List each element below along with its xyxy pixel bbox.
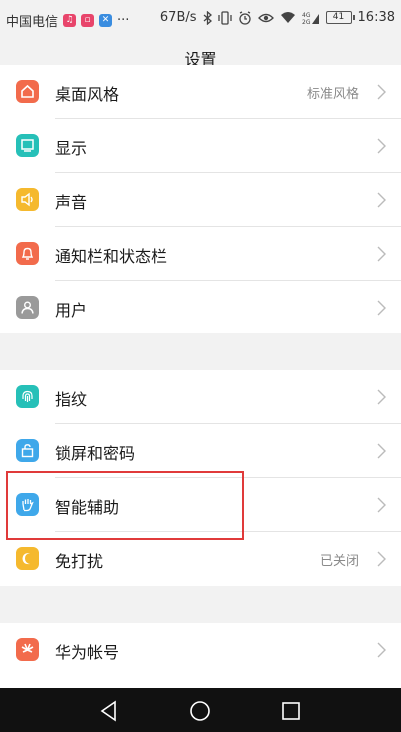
lock-icon	[16, 439, 39, 462]
status-bar: 中国电信 ♫ ▫ ✕ ··· 67B/s 4G 2G 41 16:38	[0, 0, 401, 40]
home-circle-icon[interactable]	[188, 699, 212, 723]
setting-label: 用户	[55, 301, 88, 320]
chevron-right-icon	[377, 389, 386, 405]
more-notifications: ···	[117, 13, 130, 28]
chevron-right-icon	[377, 642, 386, 658]
setting-row-lock-screen[interactable]: 锁屏和密码	[0, 424, 401, 478]
battery-indicator: 41	[325, 11, 355, 24]
setting-label: 指纹	[55, 390, 88, 409]
setting-label: 智能辅助	[55, 498, 120, 517]
settings-group-personal: 桌面风格 标准风格 显示 声音 通知栏和状态栏 用户	[0, 65, 401, 333]
signal-icon: 4G2G	[302, 12, 319, 25]
hand-icon	[16, 493, 39, 516]
home-icon	[16, 80, 39, 103]
net-speed: 67B/s	[159, 10, 197, 25]
setting-label: 声音	[55, 193, 88, 212]
speaker-icon	[16, 188, 39, 211]
setting-row-sound[interactable]: 声音	[0, 173, 401, 227]
bluetooth-icon	[203, 10, 212, 25]
setting-row-smart-assist[interactable]: 智能辅助	[0, 478, 401, 532]
moon-icon	[16, 547, 39, 570]
chevron-right-icon	[377, 551, 386, 567]
chevron-right-icon	[377, 443, 386, 459]
setting-label: 华为帐号	[55, 643, 120, 662]
user-icon	[16, 296, 39, 319]
chevron-right-icon	[377, 246, 386, 262]
setting-row-huawei-account[interactable]: 华为帐号	[0, 623, 401, 677]
setting-row-users[interactable]: 用户	[0, 281, 401, 335]
setting-row-do-not-disturb[interactable]: 免打扰 已关闭	[0, 532, 401, 586]
setting-value: 标准风格	[306, 87, 359, 102]
chevron-right-icon	[377, 300, 386, 316]
wifi-icon	[280, 12, 295, 23]
setting-label: 锁屏和密码	[55, 444, 136, 463]
svg-text:4G: 4G	[302, 12, 311, 19]
setting-label: 显示	[55, 139, 88, 158]
tools-app-icon: ✕	[99, 14, 113, 27]
chevron-right-icon	[377, 84, 386, 100]
alarm-icon	[238, 10, 251, 25]
display-icon	[16, 134, 39, 157]
vibrate-icon	[217, 10, 232, 25]
setting-value: 已关闭	[319, 554, 359, 569]
camera-app-icon: ▫	[81, 14, 95, 27]
setting-row-fingerprint[interactable]: 指纹	[0, 370, 401, 424]
recents-icon[interactable]	[279, 699, 303, 723]
setting-label: 免打扰	[55, 552, 104, 571]
setting-row-display[interactable]: 显示	[0, 119, 401, 173]
settings-group-security: 指纹 锁屏和密码 智能辅助 免打扰 已关闭	[0, 370, 401, 586]
navigation-bar	[0, 688, 401, 732]
svg-text:2G: 2G	[302, 19, 311, 25]
music-app-icon: ♫	[63, 14, 77, 27]
setting-label: 通知栏和状态栏	[55, 247, 168, 266]
setting-label: 桌面风格	[55, 85, 120, 104]
setting-row-desktop-style[interactable]: 桌面风格 标准风格	[0, 65, 401, 119]
setting-row-notifications[interactable]: 通知栏和状态栏	[0, 227, 401, 281]
chevron-right-icon	[377, 497, 386, 513]
back-icon[interactable]	[97, 699, 121, 723]
bell-icon	[16, 242, 39, 265]
clock: 16:38	[357, 10, 395, 25]
huawei-icon	[16, 638, 39, 661]
chevron-right-icon	[377, 138, 386, 154]
eye-comfort-icon	[257, 13, 274, 22]
carrier-label: 中国电信	[6, 15, 59, 30]
fingerprint-icon	[16, 385, 39, 408]
settings-group-account: 华为帐号	[0, 623, 401, 688]
chevron-right-icon	[377, 192, 386, 208]
